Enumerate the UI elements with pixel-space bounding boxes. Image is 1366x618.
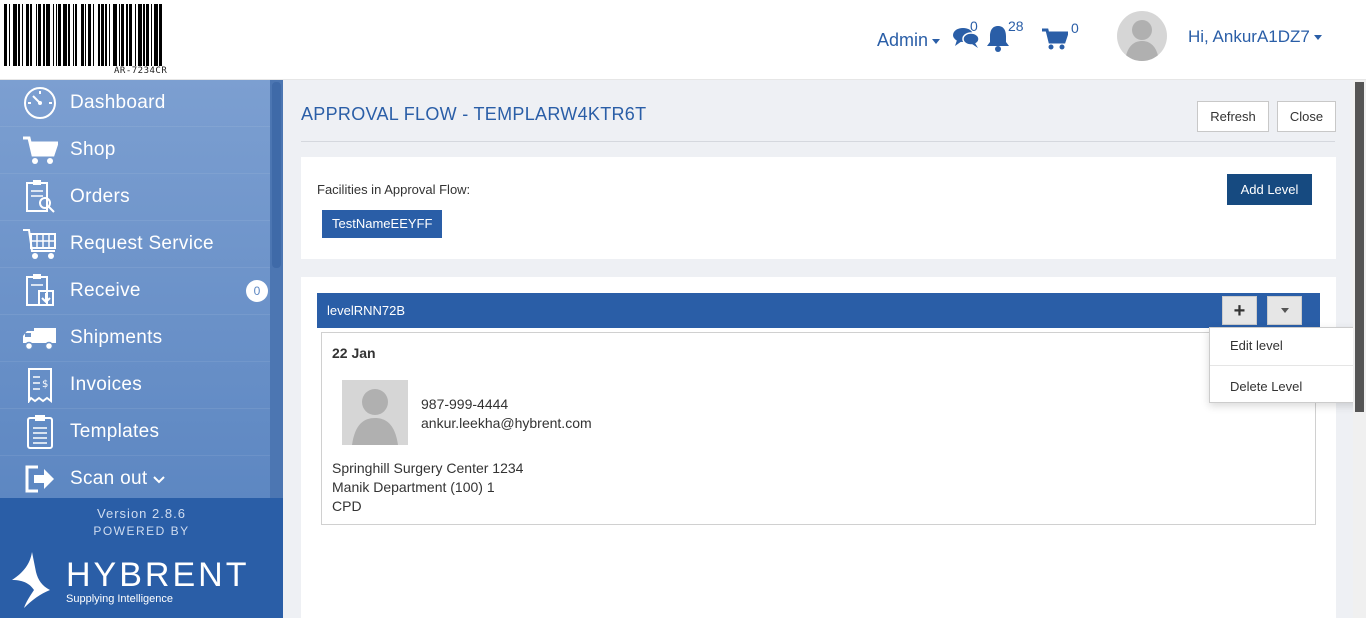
page-title: APPROVAL FLOW - TEMPLARW4KTR6T xyxy=(301,104,647,124)
barcode-logo[interactable]: AR-7234CR xyxy=(4,4,284,76)
barcode-bars xyxy=(4,4,284,66)
svg-text:$: $ xyxy=(42,379,48,390)
receive-count-badge: 0 xyxy=(246,280,268,302)
caret-down-icon xyxy=(1313,35,1322,41)
barcode-text: AR-7234CR xyxy=(114,66,168,76)
sidebar-footer: Version 2.8.6 POWERED BY HYBRENT Supplyi… xyxy=(0,498,283,618)
notifications-count: 28 xyxy=(1008,18,1024,34)
user-menu[interactable]: Hi, AnkurA1DZ7 xyxy=(1188,27,1322,47)
sidebar-item-label: Templates xyxy=(70,421,160,442)
approver-code: CPD xyxy=(332,498,362,514)
approver-card: 22 Jan 987-999-4444 ankur.leekha@hybrent… xyxy=(321,332,1316,525)
cart-icon xyxy=(22,132,58,168)
sidebar-item-templates[interactable]: Templates xyxy=(0,409,270,456)
cart-icon[interactable] xyxy=(1042,28,1070,55)
sidebar-item-scan-out[interactable]: Scan out xyxy=(0,456,270,503)
facilities-label: Facilities in Approval Flow: xyxy=(317,182,471,197)
sidebar-item-label: Shop xyxy=(70,139,116,160)
approver-phone: 987-999-4444 xyxy=(421,396,509,412)
levels-panel: levelRNN72B + 22 Jan 987-999-4444 ankur.… xyxy=(301,277,1336,618)
refresh-button[interactable]: Refresh xyxy=(1197,101,1269,132)
sidebar-item-label: Receive xyxy=(70,280,141,301)
sidebar-scrollbar-thumb[interactable] xyxy=(272,82,281,268)
top-header: AR-7234CR Admin 0 28 0 Hi, AnkurA1DZ7 xyxy=(0,0,1366,80)
close-button[interactable]: Close xyxy=(1277,101,1336,132)
service-cart-icon xyxy=(22,226,58,262)
facility-chip[interactable]: TestNameEEYFF xyxy=(322,210,443,238)
receive-icon xyxy=(22,273,58,309)
caret-down-icon xyxy=(932,38,941,44)
scan-out-label: Scan out xyxy=(70,468,148,489)
truck-icon xyxy=(22,320,58,356)
sidebar-item-invoices[interactable]: $ Invoices xyxy=(0,362,270,409)
sidebar-item-label: Request Service xyxy=(70,233,214,254)
level-options-button[interactable] xyxy=(1267,296,1302,325)
brand-name: HYBRENT xyxy=(66,556,250,594)
sidebar-item-orders[interactable]: Orders xyxy=(0,174,270,221)
messages-count: 0 xyxy=(970,18,978,34)
sidebar-item-label: Dashboard xyxy=(70,92,166,113)
sidebar-item-label: Shipments xyxy=(70,327,163,348)
add-approver-button[interactable]: + xyxy=(1222,296,1257,325)
sidebar-item-request-service[interactable]: Request Service xyxy=(0,221,270,268)
sidebar-item-shop[interactable]: Shop xyxy=(0,127,270,174)
invoice-icon: $ xyxy=(22,367,58,403)
approver-facility: Springhill Surgery Center 1234 xyxy=(332,460,524,476)
approver-email: ankur.leekha@hybrent.com xyxy=(421,415,592,431)
powered-by-text: POWERED BY xyxy=(93,524,190,538)
main-content: APPROVAL FLOW - TEMPLARW4KTR6T Refresh C… xyxy=(283,80,1353,618)
level-options-dropdown: Edit level Delete Level xyxy=(1209,327,1366,403)
user-greeting: Hi, AnkurA1DZ7 xyxy=(1188,27,1310,46)
templates-icon xyxy=(22,414,58,450)
avatar[interactable] xyxy=(1117,11,1167,61)
scan-out-icon xyxy=(22,461,58,497)
chevron-down-icon xyxy=(153,476,165,484)
approver-date: 22 Jan xyxy=(332,345,376,361)
sidebar-item-receive[interactable]: Receive 0 xyxy=(0,268,270,315)
sidebar-item-label: Scan out xyxy=(70,468,165,490)
version-text: Version 2.8.6 xyxy=(97,506,186,521)
clipboard-search-icon xyxy=(22,179,58,215)
caret-down-icon xyxy=(1280,308,1289,313)
approver-department: Manik Department (100) 1 xyxy=(332,479,495,495)
delete-level-menu-item[interactable]: Delete Level xyxy=(1230,379,1302,394)
cart-count: 0 xyxy=(1071,20,1079,36)
add-level-button[interactable]: Add Level xyxy=(1227,174,1312,205)
plus-icon: + xyxy=(1233,299,1246,322)
sidebar-nav: Dashboard Shop Orders Request Service Re… xyxy=(0,80,270,503)
sidebar-item-dashboard[interactable]: Dashboard xyxy=(0,80,270,127)
page-scrollbar-thumb[interactable] xyxy=(1355,82,1364,412)
level-name: levelRNN72B xyxy=(327,303,406,318)
admin-menu[interactable]: Admin xyxy=(877,30,941,51)
level-header: levelRNN72B + xyxy=(317,293,1320,328)
title-divider xyxy=(301,141,1335,142)
dashboard-icon xyxy=(22,85,58,121)
hybrent-bird-icon xyxy=(12,552,50,608)
admin-label: Admin xyxy=(877,30,929,50)
menu-divider xyxy=(1210,365,1366,366)
sidebar-item-label: Orders xyxy=(70,186,130,207)
facilities-panel: Facilities in Approval Flow: TestNameEEY… xyxy=(301,157,1336,259)
sidebar-item-label: Invoices xyxy=(70,374,143,395)
sidebar-item-shipments[interactable]: Shipments xyxy=(0,315,270,362)
sidebar: Dashboard Shop Orders Request Service Re… xyxy=(0,80,283,618)
bell-icon[interactable] xyxy=(986,24,1010,57)
brand-tagline: Supplying Intelligence xyxy=(66,593,174,605)
approver-avatar xyxy=(342,380,408,445)
edit-level-menu-item[interactable]: Edit level xyxy=(1230,338,1283,353)
